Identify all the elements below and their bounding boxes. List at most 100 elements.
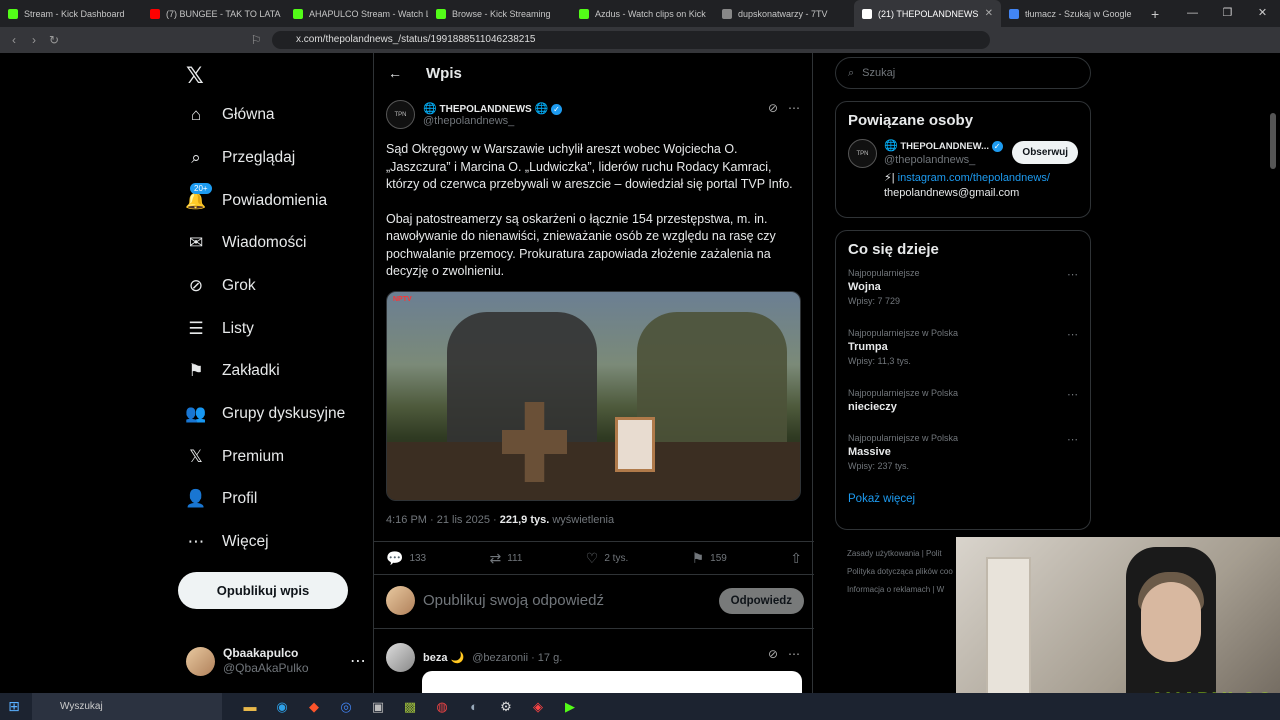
bookmark-page-icon[interactable]: ⚐	[246, 33, 266, 47]
maximize-icon[interactable]: ❐	[1210, 0, 1245, 27]
repost-button[interactable]: ⇄ 111	[489, 550, 522, 567]
grok-icon[interactable]: ⊘	[768, 647, 778, 661]
app-icon[interactable]: ▣	[362, 699, 394, 715]
nav-item-przeglądaj[interactable]: ⌕ Przeglądaj	[186, 143, 295, 173]
browser-tab[interactable]: Azdus - Watch clips on Kick	[571, 0, 714, 27]
tab-label: Browse - Kick Streaming	[452, 8, 551, 19]
tab-favicon-icon	[150, 8, 160, 19]
trend-item[interactable]: Najpopularniejsze w Polska Trumpa Wpisy: 1…	[836, 328, 1090, 388]
reply-input[interactable]: Opublikuj swoją odpowiedź	[423, 592, 604, 609]
streamer-face	[1141, 582, 1201, 662]
nav-item-premium[interactable]: 𝕏 Premium	[186, 442, 284, 472]
reload-icon[interactable]: ↻	[44, 33, 64, 47]
nav-item-listy[interactable]: ☰ Listy	[186, 314, 254, 344]
post-video[interactable]: NPTV	[386, 291, 801, 501]
windows-start-icon[interactable]: ⊞	[0, 698, 28, 715]
steam-icon[interactable]: ◐	[458, 699, 490, 714]
reply-button[interactable]: 💬 133	[386, 550, 426, 567]
x-logo-icon[interactable]: 𝕏	[186, 63, 204, 89]
browser-tab[interactable]: Stream - Kick Dashboard	[0, 0, 142, 27]
search-icon: ⌕	[848, 66, 855, 79]
scrollbar[interactable]	[1270, 113, 1276, 169]
trend-item[interactable]: Najpopularniejsze w Polska niecieczy ⋯	[836, 388, 1090, 433]
more-icon[interactable]: ⋯	[788, 647, 800, 661]
browser-tab[interactable]: (21) THEPOLANDNEWS ✕	[854, 0, 1001, 27]
account-switcher[interactable]: Qbaakapulco @QbaAkaPulko ⋯	[186, 645, 366, 677]
x-icon: 𝕏	[189, 447, 203, 466]
edge-icon[interactable]: ◉	[266, 699, 298, 715]
brave-icon[interactable]: ◆	[298, 699, 330, 715]
taskbar-search[interactable]: Wyszukaj	[32, 693, 222, 720]
browser-tab[interactable]: AHAPULCO Stream - Watch Li	[285, 0, 428, 27]
trend-count: Wpisy: 7 729	[848, 296, 901, 306]
bookmark-button[interactable]: ⚑ 159	[692, 550, 727, 567]
like-button[interactable]: ♡ 2 tys.	[586, 550, 628, 567]
post-time[interactable]: 4:16 PM · 21 lis 2025 ·	[386, 514, 500, 526]
browser-tab[interactable]: tłumacz - Szukaj w Google	[1001, 0, 1141, 27]
more-icon[interactable]: ⋯	[1067, 388, 1078, 401]
footer-link[interactable]: Informacja o reklamach | W	[847, 581, 953, 599]
bio-link[interactable]: instagram.com/thepolandnews/	[898, 172, 1050, 184]
nav-item-powiadomienia[interactable]: 🔔 20+ Powiadomienia	[185, 183, 327, 216]
nav-item-wiadomości[interactable]: ✉ Wiadomości	[186, 228, 307, 258]
kick-icon[interactable]: ▶	[554, 699, 586, 715]
tab-label: dupskonatwarzy - 7TV	[738, 8, 828, 19]
nav-item-profil[interactable]: 👤 Profil	[185, 484, 257, 514]
share-button[interactable]: ⇧	[790, 550, 802, 567]
verified-icon: ✓	[550, 103, 562, 115]
post-meta: 4:16 PM · 21 lis 2025 · 221,9 tys. wyświ…	[386, 514, 614, 526]
post-button[interactable]: Opublikuj wpis	[178, 572, 348, 609]
back-arrow-icon[interactable]: ←	[388, 65, 402, 81]
nav-item-główna[interactable]: ⌂ Główna	[186, 100, 275, 130]
footer-link[interactable]: Polityka dotycząca plików coo	[847, 563, 953, 581]
browser-tab[interactable]: (7) BUNGEE - TAK TO LATA	[142, 0, 285, 27]
author-handle[interactable]: @thepolandnews_	[423, 115, 562, 127]
reply-post[interactable]: beza 🌙 @bezaronii · 17 g.	[386, 643, 562, 672]
close-tab-icon[interactable]: ✕	[985, 8, 993, 19]
forward-icon[interactable]: ›	[24, 33, 44, 47]
url-field[interactable]: x.com/thepolandnews_/status/199188851104…	[272, 31, 990, 49]
more-icon[interactable]: ⋯	[1067, 268, 1078, 281]
footer-link[interactable]: Zasady użytkowania | Polit	[847, 545, 953, 563]
settings-icon[interactable]: ⚙	[490, 699, 522, 715]
chrome-icon[interactable]: ◎	[330, 699, 362, 715]
related-avatar[interactable]: TPN	[848, 139, 877, 168]
close-window-icon[interactable]: ✕	[1245, 0, 1280, 27]
follow-button[interactable]: Obserwuj	[1012, 141, 1078, 164]
nav-item-więcej[interactable]: ⋯ Więcej	[186, 527, 269, 557]
more-icon[interactable]: ⋯	[1067, 433, 1078, 446]
post-author[interactable]: TPN 🌐 THEPOLANDNEWS 🌐 ✓ @thepolandnews_	[386, 100, 562, 129]
trend-item[interactable]: Najpopularniejsze Wojna Wpisy: 7 729 ⋯	[836, 268, 1090, 328]
grok-icon[interactable]: ⊘	[768, 101, 778, 115]
author-avatar[interactable]: TPN	[386, 100, 415, 129]
nav-item-grok[interactable]: ⊘ Grok	[186, 271, 256, 301]
nav-item-grupy-dyskusyjne[interactable]: 👥 Grupy dyskusyjne	[185, 399, 345, 429]
trend-item[interactable]: Najpopularniejsze w Polska Massive Wpisy: …	[836, 433, 1090, 493]
back-icon[interactable]: ‹	[4, 33, 24, 47]
related-name[interactable]: THEPOLANDNEW...	[900, 141, 989, 152]
more-icon[interactable]: ⋯	[350, 651, 366, 671]
related-person[interactable]: TPN 🌐 THEPOLANDNEW... ✓ @thepolandnews_ …	[836, 139, 1090, 209]
globe-icon: 🌐	[534, 103, 549, 115]
search-input[interactable]: Szukaj	[862, 67, 895, 79]
app-icon[interactable]: ◈	[522, 699, 554, 715]
show-more-link[interactable]: Pokaż więcej	[836, 493, 1090, 505]
tab-favicon-icon	[293, 8, 303, 19]
minimize-icon[interactable]: —	[1175, 0, 1210, 27]
search-box[interactable]: ⌕ Szukaj	[835, 57, 1091, 89]
nav-label: Listy	[222, 320, 254, 337]
reply-avatar[interactable]	[386, 643, 415, 672]
app-icon[interactable]: ◍	[426, 699, 458, 715]
new-tab-icon[interactable]: +	[1151, 6, 1159, 22]
browser-tab[interactable]: dupskonatwarzy - 7TV	[714, 0, 854, 27]
reply-author-name[interactable]: beza 🌙	[423, 651, 464, 664]
more-icon[interactable]: ⋯	[788, 101, 800, 115]
browser-tab[interactable]: Browse - Kick Streaming	[428, 0, 571, 27]
reply-media[interactable]	[422, 671, 802, 693]
author-name[interactable]: THEPOLANDNEWS	[439, 104, 531, 115]
reply-submit-button[interactable]: Odpowiedz	[718, 587, 804, 614]
app-icon[interactable]: ▩	[394, 699, 426, 715]
more-icon[interactable]: ⋯	[1067, 328, 1078, 341]
folder-icon[interactable]: ▬	[234, 699, 266, 714]
nav-item-zakładki[interactable]: ⚑ Zakładki	[186, 356, 279, 386]
